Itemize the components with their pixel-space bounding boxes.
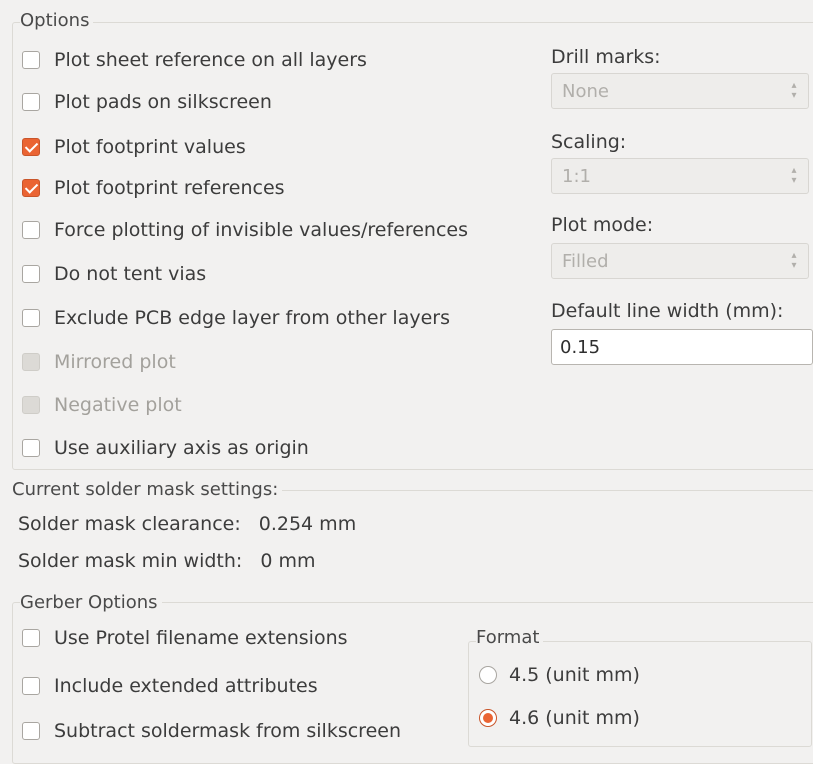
- line-width-value: 0.15: [560, 336, 601, 358]
- radio-format-4-6[interactable]: 4.6 (unit mm): [479, 704, 640, 732]
- checkbox-label: Plot footprint values: [54, 136, 246, 158]
- scaling-value: 1:1: [562, 165, 591, 187]
- checkbox-negative-plot: Negative plot: [22, 391, 182, 419]
- checkbox-extended-attributes[interactable]: Include extended attributes: [22, 672, 318, 700]
- checkbox-box[interactable]: [22, 309, 40, 327]
- checkbox-plot-pads-on-silkscreen[interactable]: Plot pads on silkscreen: [22, 88, 272, 116]
- checkbox-box[interactable]: [22, 138, 40, 156]
- plot-mode-value: Filled: [562, 250, 609, 272]
- updown-arrows-icon: ▴ ▾: [791, 165, 797, 186]
- solder-mask-clearance: Solder mask clearance: 0.254 mm: [18, 513, 356, 535]
- checkbox-box[interactable]: [22, 722, 40, 740]
- checkbox-label: Negative plot: [54, 394, 182, 416]
- checkbox-box[interactable]: [22, 265, 40, 283]
- checkbox-force-plotting-invisible[interactable]: Force plotting of invisible values/refer…: [22, 216, 468, 244]
- clearance-label: Solder mask clearance:: [18, 513, 241, 535]
- format-legend: Format: [476, 627, 544, 648]
- checkbox-box[interactable]: [22, 51, 40, 69]
- checkbox-label: Subtract soldermask from silkscreen: [54, 720, 402, 742]
- checkbox-box: [22, 396, 40, 414]
- checkbox-plot-footprint-references[interactable]: Plot footprint references: [22, 174, 285, 202]
- solder-mask-min-width: Solder mask min width: 0 mm: [18, 550, 315, 572]
- scaling-select: 1:1 ▴ ▾: [551, 158, 809, 194]
- clearance-value: 0.254 mm: [258, 513, 357, 535]
- checkbox-box[interactable]: [22, 677, 40, 695]
- checkbox-box[interactable]: [22, 439, 40, 457]
- radio-button[interactable]: [479, 666, 497, 684]
- radio-label: 4.5 (unit mm): [509, 664, 640, 686]
- min-width-value: 0 mm: [260, 550, 316, 572]
- scaling-label: Scaling:: [551, 131, 627, 153]
- checkbox-protel-extensions[interactable]: Use Protel filename extensions: [22, 624, 348, 652]
- checkbox-label: Plot footprint references: [54, 177, 285, 199]
- radio-format-4-5[interactable]: 4.5 (unit mm): [479, 661, 640, 689]
- checkbox-label: Plot sheet reference on all layers: [54, 49, 367, 71]
- checkbox-plot-sheet-reference[interactable]: Plot sheet reference on all layers: [22, 46, 367, 74]
- checkbox-label: Use Protel filename extensions: [54, 627, 348, 649]
- drill-marks-select: None ▴ ▾: [551, 73, 809, 109]
- checkbox-use-auxiliary-axis[interactable]: Use auxiliary axis as origin: [22, 434, 309, 462]
- drill-marks-label: Drill marks:: [551, 46, 661, 68]
- checkbox-label: Plot pads on silkscreen: [54, 91, 272, 113]
- checkbox-label: Use auxiliary axis as origin: [54, 437, 309, 459]
- checkbox-subtract-soldermask[interactable]: Subtract soldermask from silkscreen: [22, 717, 401, 745]
- radio-label: 4.6 (unit mm): [509, 707, 640, 729]
- updown-arrows-icon: ▴ ▾: [791, 80, 797, 101]
- checkbox-box: [22, 353, 40, 371]
- checkbox-box[interactable]: [22, 93, 40, 111]
- radio-button[interactable]: [479, 709, 497, 727]
- checkbox-do-not-tent-vias[interactable]: Do not tent vias: [22, 260, 206, 288]
- checkbox-box[interactable]: [22, 179, 40, 197]
- line-width-label: Default line width (mm):: [551, 300, 784, 322]
- checkbox-box[interactable]: [22, 629, 40, 647]
- checkbox-exclude-pcb-edge[interactable]: Exclude PCB edge layer from other layers: [22, 304, 450, 332]
- checkbox-box[interactable]: [22, 221, 40, 239]
- checkbox-label: Do not tent vias: [54, 263, 207, 285]
- checkbox-label: Include extended attributes: [54, 675, 318, 697]
- options-legend: Options: [20, 10, 94, 31]
- checkbox-label: Force plotting of invisible values/refer…: [54, 219, 468, 241]
- solder-mask-legend: Current solder mask settings:: [12, 479, 283, 500]
- line-width-input[interactable]: 0.15: [551, 329, 813, 365]
- gerber-legend: Gerber Options: [20, 592, 162, 613]
- plot-mode-label: Plot mode:: [551, 214, 654, 236]
- min-width-label: Solder mask min width:: [18, 550, 243, 572]
- checkbox-plot-footprint-values[interactable]: Plot footprint values: [22, 133, 246, 161]
- drill-marks-value: None: [562, 80, 609, 102]
- updown-arrows-icon: ▴ ▾: [791, 250, 797, 271]
- checkbox-label: Mirrored plot: [54, 351, 176, 373]
- plot-mode-select: Filled ▴ ▾: [551, 243, 809, 279]
- checkbox-label: Exclude PCB edge layer from other layers: [54, 307, 450, 329]
- checkbox-mirrored-plot: Mirrored plot: [22, 348, 176, 376]
